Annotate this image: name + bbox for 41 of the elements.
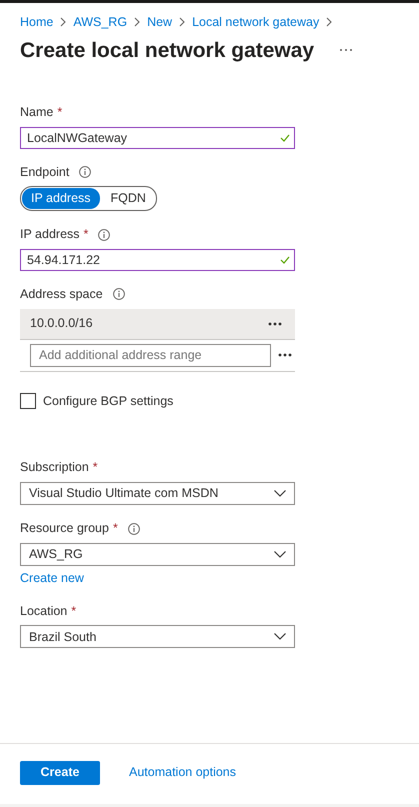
- chevron-down-icon: [274, 490, 286, 498]
- breadcrumb-link[interactable]: Local network gateway: [192, 13, 320, 32]
- required-asterisk: *: [92, 459, 98, 476]
- field-label: Resource group: [20, 520, 109, 538]
- breadcrumb-link[interactable]: New: [147, 13, 172, 32]
- field-label: Subscription: [20, 459, 89, 476]
- field-label: Location: [20, 602, 68, 620]
- address-range-input[interactable]: Add additional address range: [30, 344, 271, 367]
- page-title: Create local network gateway: [20, 38, 314, 63]
- field-label: Endpoint: [20, 164, 70, 181]
- address-range: 10.0.0.0/16: [30, 315, 93, 332]
- required-asterisk: *: [71, 602, 76, 620]
- checkbox-label: Configure BGP settings: [43, 392, 174, 410]
- text-field[interactable]: 54.94.171.22: [20, 248, 295, 271]
- checkbox[interactable]: [20, 393, 36, 410]
- breadcrumb-link[interactable]: AWS_RG: [73, 13, 128, 32]
- field-label: Name: [20, 104, 54, 121]
- required-asterisk: *: [112, 520, 118, 538]
- required-asterisk: *: [84, 226, 88, 244]
- more-icon: [338, 48, 354, 52]
- chevron-right-icon: [325, 17, 334, 28]
- field-label: Address space: [20, 286, 103, 303]
- create-button[interactable]: Create: [20, 760, 100, 784]
- dropdown[interactable]: AWS_RG: [20, 542, 295, 566]
- toggle-option[interactable]: FQDN: [102, 188, 155, 210]
- field-label: IP address: [20, 226, 80, 244]
- create-new-link[interactable]: Create new: [20, 568, 84, 588]
- more-icon: [267, 322, 283, 326]
- dropdown[interactable]: Brazil South: [20, 625, 295, 648]
- chevron-right-icon: [133, 17, 142, 28]
- breadcrumb-link[interactable]: Home: [20, 13, 54, 32]
- text-field[interactable]: LocalNWGateway: [20, 126, 295, 149]
- dropdown[interactable]: Visual Studio Ultimate com MSDN: [20, 482, 295, 506]
- chevron-right-icon: [59, 17, 68, 28]
- chevron-down-icon: [274, 633, 286, 640]
- toggle-option[interactable]: IP address: [22, 188, 100, 210]
- automation-options-link[interactable]: Automation options: [129, 763, 236, 782]
- chevron-down-icon: [274, 550, 286, 558]
- chevron-right-icon: [178, 17, 186, 28]
- more-icon: [277, 353, 293, 358]
- required-asterisk: *: [57, 104, 62, 121]
